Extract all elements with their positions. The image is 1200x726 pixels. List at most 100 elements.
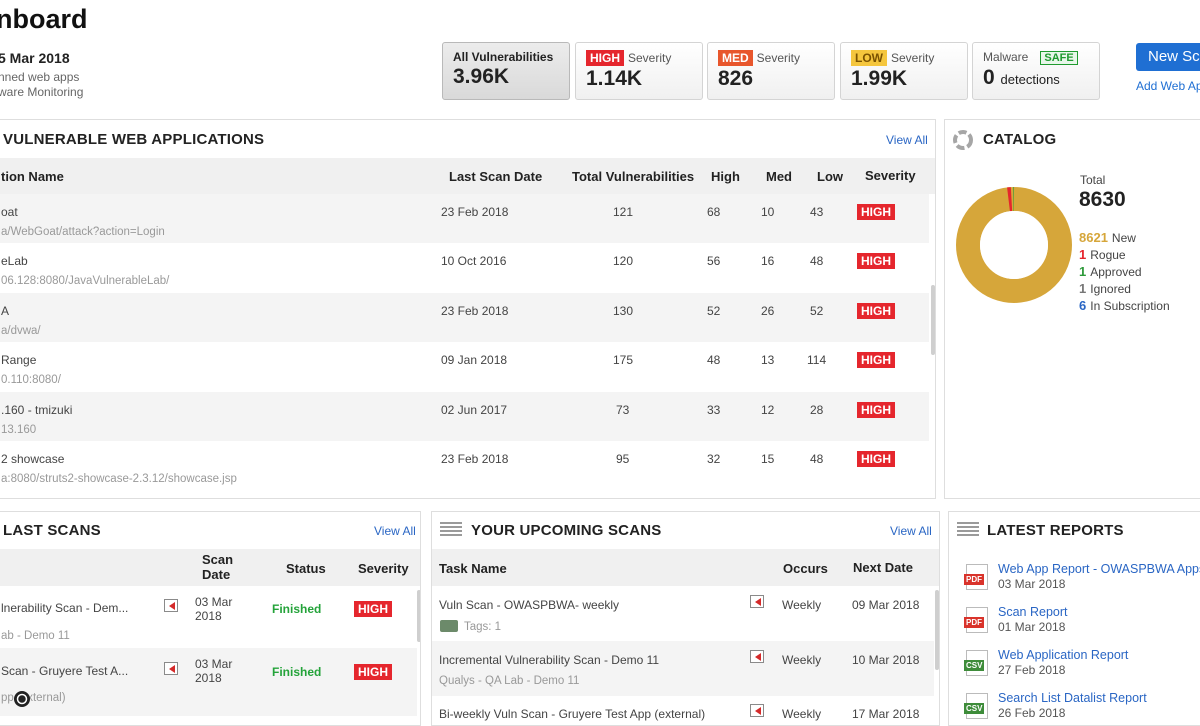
low-count: 52 (810, 304, 824, 318)
scan-type-icon (750, 650, 764, 663)
report-link[interactable]: Web Application Report (998, 648, 1128, 662)
col-high[interactable]: High (711, 169, 740, 184)
table-row[interactable]: Bi-weekly Vuln Scan - Gruyere Test App (… (432, 696, 934, 725)
scan-type-icon (164, 662, 178, 675)
legend-rogue: 1 Rogue (1079, 247, 1126, 262)
col-status[interactable]: Status (286, 561, 326, 576)
col-severity[interactable]: Severity (865, 168, 916, 183)
total-vulns: 175 (613, 353, 634, 367)
scan-name[interactable]: Scan - Gruyere Test A... (1, 664, 128, 678)
app-url: a/dvwa/ (1, 325, 41, 337)
med-count: 13 (761, 353, 775, 367)
scan-target: ab - Demo 11 (1, 630, 70, 642)
last-scans-view-all[interactable]: View All (374, 524, 416, 538)
scan-type-icon (750, 704, 764, 717)
table-row[interactable]: Vuln Scan - OWASPBWA- weekly Tags: 1 Wee… (432, 586, 934, 641)
app-name[interactable]: Range (1, 353, 36, 367)
col-last-scan-date[interactable]: Last Scan Date (449, 169, 542, 184)
all-vulnerabilities-tile[interactable]: All Vulnerabilities 3.96K (442, 42, 570, 100)
task-name[interactable]: Bi-weekly Vuln Scan - Gruyere Test App (… (439, 707, 705, 721)
scan-date-day: 03 Mar (195, 657, 233, 671)
table-row[interactable]: eLab 06.128:8080/JavaVulnerableLab/ 10 O… (0, 243, 929, 293)
app-name[interactable]: eLab (1, 254, 28, 268)
report-link[interactable]: Search List Datalist Report (998, 691, 1147, 705)
upcoming-scans-scrollbar[interactable] (935, 590, 939, 670)
vulnerable-apps-title: VULNERABLE WEB APPLICATIONS (3, 131, 265, 148)
table-row[interactable]: .160 - tmizuki 13.160 02 Jun 2017 73 33 … (0, 392, 929, 441)
malware-tile[interactable]: Malware SAFE 0 detections (972, 42, 1100, 100)
scan-name[interactable]: lnerability Scan - Dem... (1, 601, 128, 615)
col-app-name[interactable]: tion Name (1, 169, 64, 184)
last-scan-date: 23 Feb 2018 (441, 205, 509, 219)
task-target: Qualys - QA Lab - Demo 11 (439, 675, 580, 687)
scan-date-day: 03 Mar (195, 595, 233, 609)
catalog-icon (953, 130, 973, 150)
table-row[interactable]: Range 0.110:8080/ 09 Jan 2018 175 48 13 … (0, 342, 929, 392)
table-row[interactable]: 2 showcase a:8080/struts2-showcase-2.3.1… (0, 441, 929, 491)
new-scan-button[interactable]: New Sca (1136, 43, 1200, 71)
latest-reports-title: LATEST REPORTS (987, 522, 1124, 539)
low-count: 48 (810, 254, 824, 268)
report-link[interactable]: Scan Report (998, 605, 1067, 619)
app-name[interactable]: oat (1, 205, 18, 219)
last-scans-title: LAST SCANS (3, 522, 101, 539)
catalog-donut-chart (956, 187, 1072, 303)
last-scan-date: 09 Jan 2018 (441, 353, 508, 367)
col-total-vulnerabilities[interactable]: Total Vulnerabilities (572, 169, 694, 184)
med-tag: MED (718, 50, 753, 66)
report-link[interactable]: Web App Report - OWASPBWA Apps (998, 562, 1200, 576)
col-next-date[interactable]: Next Date (853, 560, 913, 575)
total-vulns: 121 (613, 205, 634, 219)
vulnerable-apps-scrollbar[interactable] (931, 285, 935, 355)
col-scan-date-line1[interactable]: Scan (202, 552, 233, 567)
upcoming-scans-view-all[interactable]: View All (890, 524, 932, 538)
table-row[interactable]: Scan - Gruyere Test A... pp (external) 0… (0, 648, 417, 716)
app-name[interactable]: .160 - tmizuki (1, 403, 72, 417)
col-severity[interactable]: Severity (358, 561, 409, 576)
med-severity-value: 826 (718, 67, 754, 90)
catalog-total-value: 8630 (1079, 188, 1126, 211)
col-task-name[interactable]: Task Name (439, 561, 507, 576)
high-severity-label: Severity (628, 51, 672, 65)
scan-target: pp (external) (1, 692, 66, 704)
table-row[interactable]: A a/dvwa/ 23 Feb 2018 130 52 26 52 HIGH (0, 293, 929, 342)
col-scan-date-line2[interactable]: Date (202, 567, 230, 582)
app-url: 13.160 (1, 424, 37, 436)
table-row[interactable]: Incremental Vulnerability Scan - Demo 11… (432, 641, 934, 696)
last-scans-panel: LAST SCANS View All Scan Date Status Sev… (0, 511, 421, 726)
high-severity-tile[interactable]: HIGH Severity 1.14K (575, 42, 703, 100)
high-count: 33 (707, 403, 721, 417)
last-scans-scrollbar[interactable] (417, 590, 420, 642)
legend-ignored-label: Ignored (1090, 282, 1131, 296)
legend-rogue-label: Rogue (1090, 248, 1126, 262)
low-count: 28 (810, 403, 824, 417)
col-med[interactable]: Med (766, 169, 792, 184)
task-name[interactable]: Incremental Vulnerability Scan - Demo 11 (439, 653, 659, 667)
last-scan-date: 23 Feb 2018 (441, 452, 509, 466)
severity-badge: HIGH (354, 601, 392, 617)
med-severity-tile[interactable]: MED Severity 826 (707, 42, 835, 100)
col-occurs[interactable]: Occurs (783, 561, 828, 576)
last-scans-header: Scan Date Status Severity (0, 549, 420, 586)
app-name[interactable]: 2 showcase (1, 452, 64, 466)
col-low[interactable]: Low (817, 169, 843, 184)
vulnerable-apps-view-all[interactable]: View All (886, 133, 928, 147)
all-vulnerabilities-label: All Vulnerabilities (453, 50, 554, 64)
report-date: 01 Mar 2018 (998, 620, 1066, 634)
table-row[interactable]: lnerability Scan - Dem... ab - Demo 11 0… (0, 586, 417, 648)
total-vulns: 130 (613, 304, 634, 318)
table-row[interactable]: oat a/WebGoat/attack?action=Login 23 Feb… (0, 194, 929, 243)
app-name[interactable]: A (1, 304, 9, 318)
high-count: 32 (707, 452, 721, 466)
upcoming-scans-header: Task Name Occurs Next Date (432, 549, 939, 586)
app-url: 06.128:8080/JavaVulnerableLab/ (1, 275, 170, 287)
low-severity-tile[interactable]: LOW Severity 1.99K (840, 42, 968, 100)
upcoming-scans-panel: YOUR UPCOMING SCANS View All Task Name O… (431, 511, 940, 726)
task-next-date: 17 Mar 2018 (852, 707, 920, 721)
upcoming-scans-title: YOUR UPCOMING SCANS (471, 522, 662, 539)
task-name[interactable]: Vuln Scan - OWASPBWA- weekly (439, 598, 619, 612)
add-web-app-link[interactable]: Add Web Ap (1136, 79, 1200, 93)
low-severity-value: 1.99K (851, 67, 908, 90)
header-date: 5 Mar 2018 (0, 50, 70, 66)
high-count: 48 (707, 353, 721, 367)
